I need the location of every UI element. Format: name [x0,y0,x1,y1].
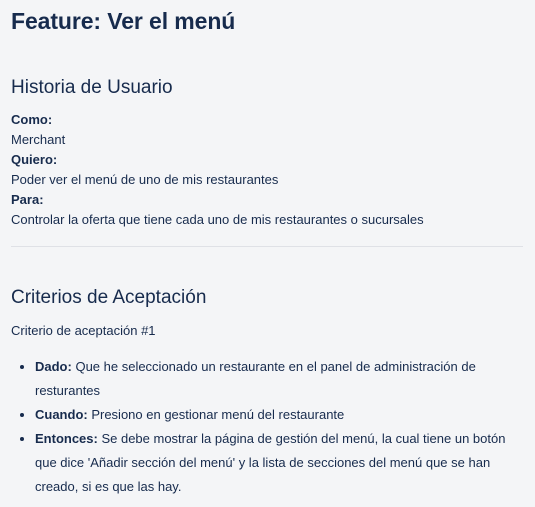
user-story-block: Como: Merchant Quiero: Poder ver el menú… [11,110,523,230]
feature-title: Feature: Ver el menú [11,8,236,34]
document-page: Feature: Ver el menú Historia de Usuario… [0,0,535,499]
list-item-then: Entonces: Se debe mostrar la página de g… [35,427,523,499]
so-value: Controlar la oferta que tiene cada uno d… [11,212,424,227]
user-story-heading: Historia de Usuario [11,77,173,98]
so-label: Para: [11,192,44,207]
given-keyword: Dado: [35,359,72,374]
as-value: Merchant [11,132,66,147]
given-text: Que he seleccionado un restaurante en el… [35,359,476,398]
acceptance-criteria-heading: Criterios de Aceptación [11,287,207,308]
then-text: Se debe mostrar la página de gestión del… [35,431,506,494]
when-keyword: Cuando: [35,407,88,422]
as-label: Como: [11,112,53,127]
when-text: Presiono en gestionar menú del restauran… [87,407,345,422]
want-value: Poder ver el menú de uno de mis restaura… [11,172,279,187]
list-item-when: Cuando: Presiono en gestionar menú del r… [35,403,523,427]
then-keyword: Entonces: [35,431,98,446]
list-item-given: Dado: Que he seleccionado un restaurante… [35,355,523,403]
section-divider [11,246,523,247]
want-label: Quiero: [11,152,58,167]
criterion-title: Criterio de aceptación #1 [11,323,156,338]
criteria-list: Dado: Que he seleccionado un restaurante… [11,355,523,499]
